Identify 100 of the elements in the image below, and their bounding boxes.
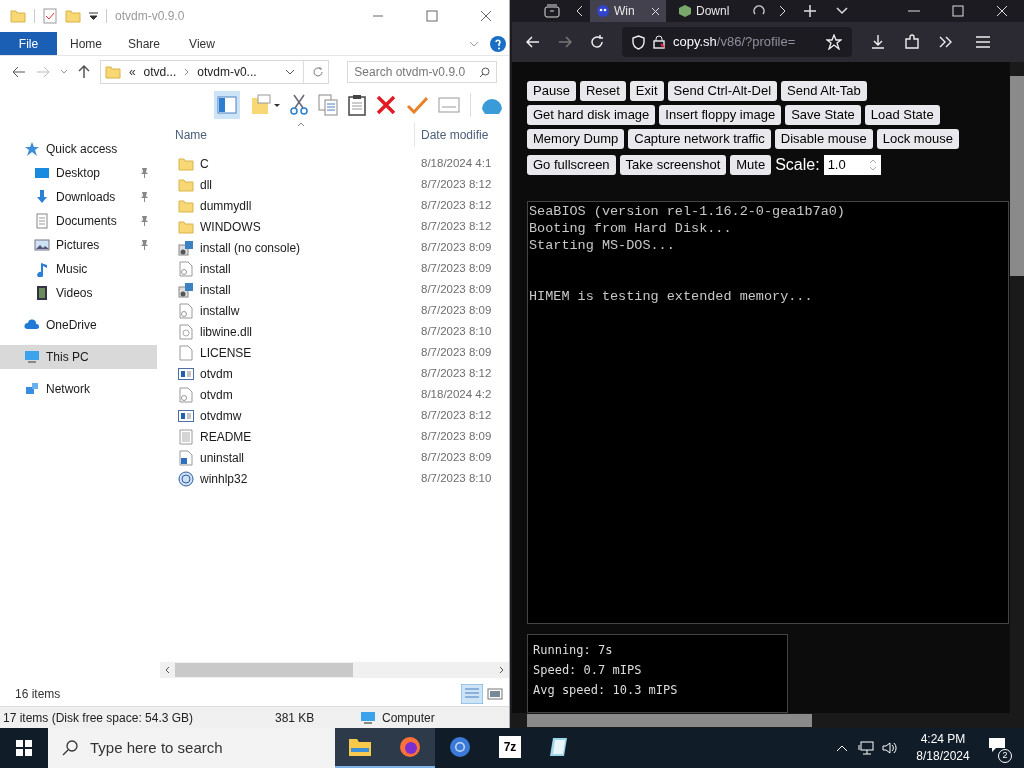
scale-input[interactable]: 1.0 — [823, 155, 881, 175]
emulator-screen[interactable]: SeaBIOS (version rel-1.16.2-0-gea1b7a0) Booting from Hard Disk... Starting MS-DOS... HIMEM is testing extended memory... — [527, 201, 1009, 624]
checkmark-icon[interactable] — [406, 96, 428, 114]
ribbon-tab[interactable]: File — [0, 32, 57, 55]
clipboard-icon[interactable] — [348, 94, 366, 116]
search-field[interactable]: Search otvdm-v0.9.0 — [347, 61, 497, 83]
breadcrumb[interactable]: otvd... — [143, 63, 177, 81]
dropdown-icon[interactable] — [89, 12, 98, 20]
file-name[interactable]: uninstall — [200, 448, 245, 467]
nav-item[interactable]: Pictures — [0, 233, 157, 257]
nav-item[interactable]: Videos — [0, 281, 157, 305]
star-icon[interactable] — [826, 34, 842, 50]
chevron-left-icon[interactable] — [576, 5, 584, 17]
emulator-button[interactable]: Take screenshot — [619, 155, 727, 175]
nav-item[interactable]: Desktop — [0, 161, 157, 185]
column-header[interactable]: Name — [160, 125, 414, 144]
nav-item[interactable]: This PC — [0, 345, 157, 369]
network-icon[interactable] — [858, 741, 874, 755]
emulator-button[interactable]: Insert floppy image — [659, 105, 782, 125]
preview-pane-icon[interactable] — [214, 91, 240, 119]
emulator-button[interactable]: Reset — [579, 81, 626, 101]
file-name[interactable]: C — [200, 154, 209, 173]
file-name[interactable]: dummydll — [200, 196, 252, 215]
emulator-button[interactable]: Go fullscreen — [527, 155, 616, 175]
puzzle-piece-icon[interactable] — [904, 34, 920, 50]
emulator-button[interactable]: Send Alt-Tab — [781, 81, 867, 101]
help-file-icon — [178, 470, 194, 487]
file-name[interactable]: WINDOWS — [200, 217, 261, 236]
download-icon[interactable] — [870, 34, 886, 50]
file-name[interactable]: otvdm — [200, 385, 233, 404]
horizontal-scrollbar[interactable] — [512, 713, 1010, 728]
screen-text: HIMEM is testing extended memory... — [529, 288, 814, 305]
file-name[interactable]: otvdm — [200, 364, 233, 383]
emulator-button[interactable]: Mute — [730, 155, 772, 175]
double-chevron-icon[interactable] — [938, 36, 954, 48]
taskbar-app[interactable] — [335, 728, 385, 768]
file-name[interactable]: dll — [200, 175, 212, 194]
up-arrow-icon[interactable] — [77, 65, 90, 79]
url-text[interactable]: copy.sh/v86/?profile= — [673, 32, 818, 52]
breadcrumb-overflow[interactable]: « — [128, 63, 136, 81]
emulator-button[interactable]: Load State — [864, 105, 940, 125]
ribbon-tab[interactable]: Share — [115, 32, 173, 55]
help-icon[interactable] — [489, 34, 507, 53]
taskbar-search-field[interactable]: Type here to search — [48, 728, 335, 768]
horizontal-scrollbar[interactable] — [160, 662, 509, 678]
file-name[interactable]: LICENSE — [200, 343, 252, 362]
nav-item[interactable]: Quick access — [0, 137, 157, 161]
emulator-button[interactable]: Memory Dump — [527, 129, 625, 149]
emulator-button[interactable]: Exit — [629, 81, 664, 101]
ribbon-tab[interactable]: Home — [57, 32, 115, 55]
column-header[interactable]: Date modifie — [415, 125, 489, 144]
chevron-down-icon[interactable] — [285, 69, 296, 75]
close-icon[interactable] — [651, 6, 660, 16]
windows-logo-icon[interactable] — [16, 740, 32, 756]
file-name[interactable]: README — [200, 427, 252, 446]
large-icons-view-icon[interactable] — [487, 687, 503, 701]
nav-item[interactable]: OneDrive — [0, 313, 157, 337]
chevron-up-icon[interactable] — [836, 744, 848, 752]
browser-tab[interactable]: Win — [590, 0, 666, 22]
chevron-right-icon[interactable] — [778, 5, 786, 17]
emulator-button[interactable]: Save State — [785, 105, 861, 125]
file-name[interactable]: libwine.dll — [200, 322, 253, 341]
emulator-button[interactable]: Capture network traffic — [628, 129, 771, 149]
file-name[interactable]: winhlp32 — [200, 469, 248, 488]
scroll-right-icon[interactable] — [499, 666, 504, 674]
clock[interactable]: 4:24 PM 8/18/2024 — [908, 731, 978, 765]
breadcrumb[interactable]: otvdm-v0... — [197, 63, 278, 81]
plus-icon[interactable] — [804, 5, 816, 17]
file-name[interactable]: otvdmw — [200, 406, 242, 425]
menu-icon[interactable] — [976, 36, 990, 48]
emulator-button[interactable]: Get hard disk image — [527, 105, 656, 125]
file-name[interactable]: installw — [200, 301, 240, 320]
tab-group-icon[interactable] — [544, 4, 560, 18]
properties-icon[interactable] — [43, 8, 57, 24]
refresh-icon[interactable] — [312, 66, 325, 78]
notification-icon[interactable] — [988, 737, 1006, 753]
url-bar[interactable]: copy.sh/v86/?profile= — [622, 27, 852, 57]
forward-arrow-icon[interactable] — [558, 36, 572, 48]
address-bar[interactable]: « otvd... otvdm-v0... — [99, 60, 330, 84]
nav-item[interactable]: Music — [0, 257, 157, 281]
vertical-scrollbar[interactable] — [1010, 62, 1024, 728]
nav-item[interactable]: Downloads — [0, 185, 157, 209]
emulator-button[interactable]: Send Ctrl-Alt-Del — [667, 81, 778, 101]
taskbar-app[interactable]: 7z — [485, 728, 535, 768]
reload-icon[interactable] — [590, 35, 604, 49]
file-name[interactable]: install — [200, 259, 231, 278]
nav-item[interactable]: Documents — [0, 209, 157, 233]
browser-tab[interactable]: Downl — [672, 0, 748, 22]
emulator-button[interactable]: Lock mouse — [876, 129, 959, 149]
delete-icon[interactable] — [376, 95, 396, 115]
nav-item[interactable]: Network — [0, 377, 157, 401]
scissors-icon[interactable] — [290, 94, 308, 116]
back-arrow-icon[interactable] — [12, 66, 26, 78]
file-name[interactable]: install — [200, 280, 231, 299]
ribbon-tab[interactable]: View — [173, 32, 231, 55]
file-name[interactable]: install (no console) — [200, 238, 301, 257]
emulator-button[interactable]: Disable mouse — [774, 129, 873, 149]
scroll-left-icon[interactable] — [165, 666, 170, 674]
speaker-icon[interactable] — [882, 741, 898, 755]
emulator-button[interactable]: Pause — [527, 81, 576, 101]
